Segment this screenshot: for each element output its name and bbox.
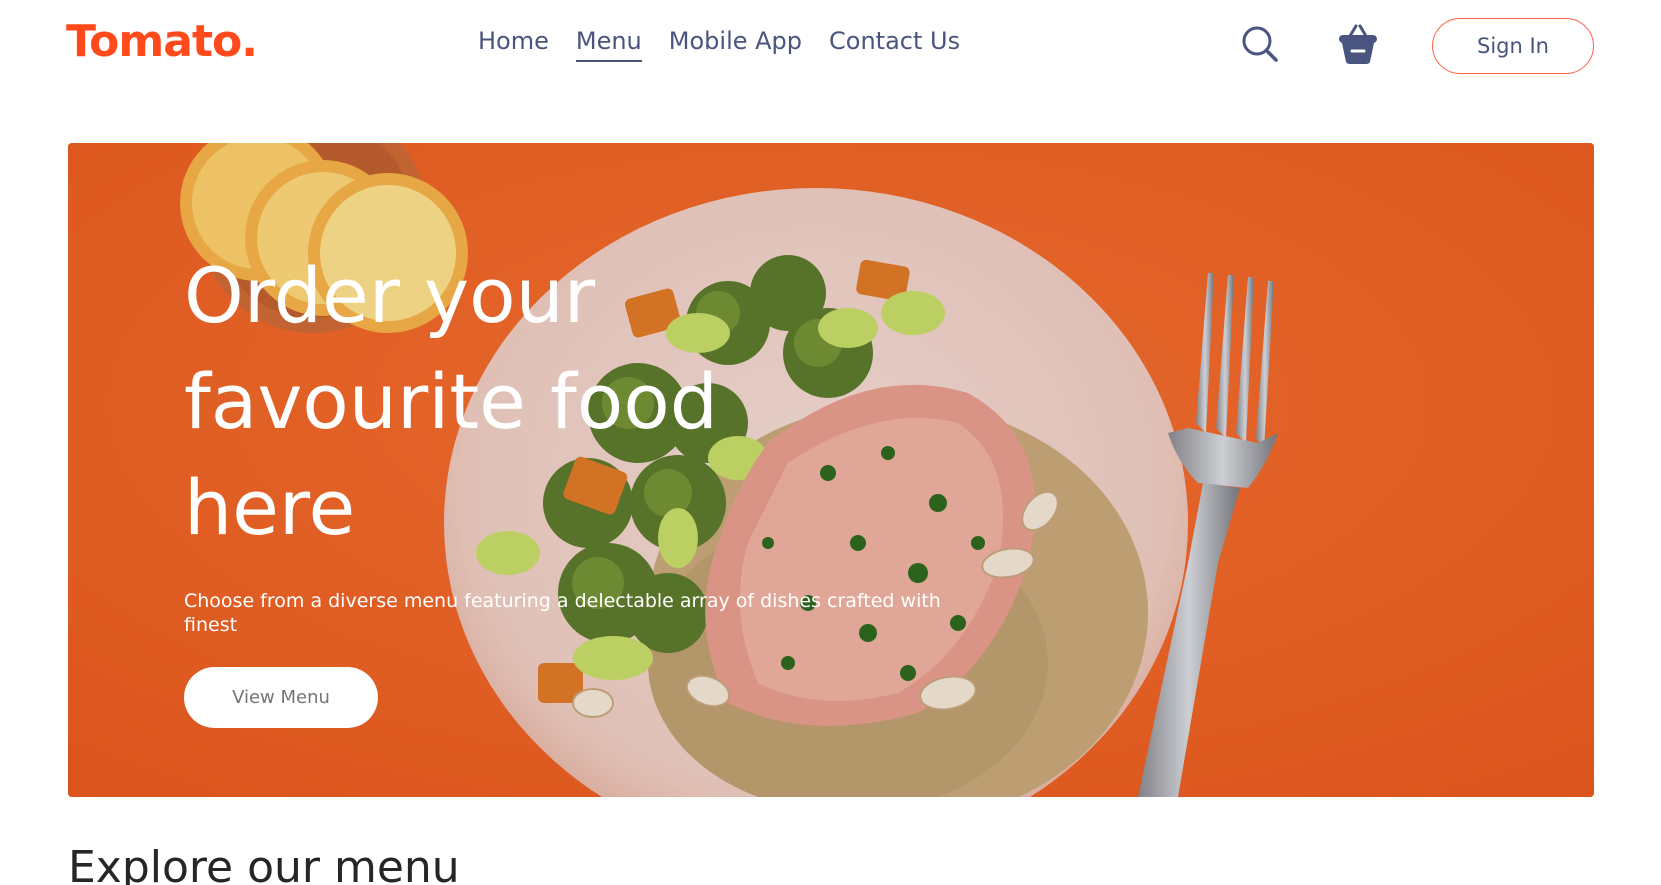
nav-link-contact-us[interactable]: Contact Us: [829, 24, 960, 62]
view-menu-button[interactable]: View Menu: [184, 667, 378, 728]
hero-content: Order your favourite food here Choose fr…: [184, 243, 1004, 728]
nav-link-menu[interactable]: Menu: [575, 24, 642, 62]
nav-link-home[interactable]: Home: [478, 24, 549, 62]
logo[interactable]: Tomato.: [66, 12, 258, 72]
explore-menu-heading: Explore our menu: [68, 842, 460, 885]
search-icon[interactable]: [1240, 24, 1280, 64]
hero-description: Choose from a diverse menu featuring a d…: [184, 590, 941, 636]
basket-icon[interactable]: [1336, 22, 1380, 66]
hero-title: Order your favourite food here: [184, 251, 719, 552]
nav-link-mobile-app[interactable]: Mobile App: [669, 24, 802, 62]
navbar: Tomato. Home Menu Mobile App Contact Us …: [0, 0, 1661, 90]
hero-banner: Order your favourite food here Choose fr…: [68, 143, 1594, 797]
nav-links: Home Menu Mobile App Contact Us: [478, 24, 960, 62]
sign-in-button[interactable]: Sign In: [1432, 18, 1594, 74]
